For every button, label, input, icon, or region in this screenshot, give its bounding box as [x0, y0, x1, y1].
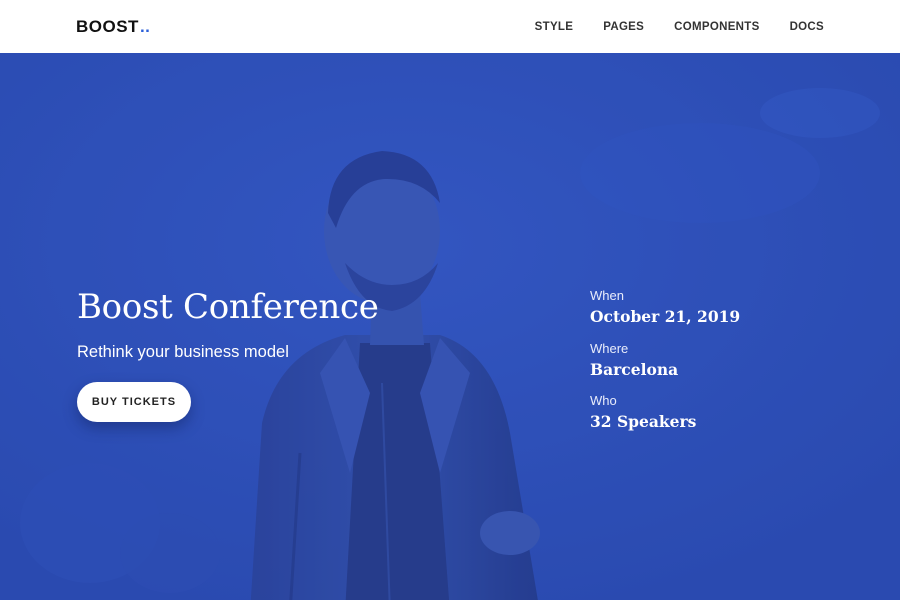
event-info-who: Who 32 Speakers: [590, 394, 740, 430]
who-value: 32 Speakers: [590, 412, 697, 431]
where-value: Barcelona: [590, 359, 679, 379]
event-info-where: Where Barcelona: [590, 342, 740, 378]
where-label: Where: [590, 340, 629, 356]
brand-name: BOOST: [76, 17, 139, 36]
buy-tickets-button[interactable]: BUY TICKETS: [77, 382, 191, 422]
nav-link-docs[interactable]: DOCS: [790, 21, 824, 33]
when-value: October 21, 2019: [590, 307, 741, 326]
hero-subtitle: Rethink your business model: [77, 343, 289, 361]
nav-link-pages[interactable]: PAGES: [603, 21, 644, 33]
event-info: When October 21, 2019 Where Barcelona Wh…: [590, 289, 740, 447]
event-info-when: When October 21, 2019: [590, 289, 740, 325]
nav-link-components[interactable]: COMPONENTS: [674, 21, 759, 33]
navbar: BOOST.. STYLE PAGES COMPONENTS DOCS: [0, 0, 900, 53]
nav-link-style[interactable]: STYLE: [535, 21, 574, 33]
hero-section: Boost Conference Rethink your business m…: [0, 53, 900, 600]
main-nav: STYLE PAGES COMPONENTS DOCS: [535, 21, 824, 33]
brand-logo[interactable]: BOOST..: [76, 18, 150, 35]
brand-dots: ..: [139, 17, 151, 36]
who-label: Who: [590, 393, 617, 408]
when-label: When: [590, 288, 624, 303]
hero-title: Boost Conference: [77, 287, 379, 327]
